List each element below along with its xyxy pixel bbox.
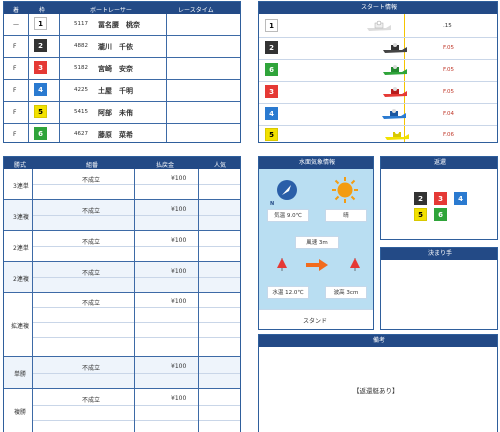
start-timing: .15 [443, 23, 452, 29]
flag-right-icon [350, 258, 360, 271]
waku-1: 1 [34, 17, 47, 30]
water-temperature: 水温 12.0℃ [267, 286, 309, 299]
racer-table: 着 枠 ボートレーサー レースタイム — 1 5117 冨名腰 桃奈 F 2 4… [3, 1, 241, 143]
air-temperature: 気温 9.0℃ [267, 209, 309, 222]
flag-left-icon [277, 258, 287, 271]
boat-icon [367, 20, 391, 31]
header-waku: 枠 [39, 7, 46, 14]
sun-icon [332, 177, 358, 203]
waku-5: 5 [34, 105, 47, 118]
compass-north: N [270, 201, 275, 207]
stand-area: スタンド [259, 309, 373, 329]
waku-2: 2 [34, 39, 47, 52]
start-row: 1 .15 [259, 16, 497, 36]
refund-boat: 6 [434, 208, 447, 221]
boat-icon [383, 43, 407, 53]
wind-arrow-icon [306, 259, 328, 271]
kimarite-panel: 決まり手 [380, 247, 498, 330]
racer-row: F 4 4225 土屋 千明 [4, 80, 240, 101]
header-time: レースタイム [178, 7, 214, 14]
racer-row: F 3 5182 宮崎 安奈 [4, 58, 240, 79]
refund-title: 返還 [381, 157, 497, 169]
racer-row: — 1 5117 冨名腰 桃奈 [4, 14, 240, 35]
refund-panel: 返還 2 3 4 5 6 [380, 156, 498, 240]
refund-boat: 2 [414, 192, 427, 205]
header-type: 勝式 [14, 162, 27, 169]
payout-group: 拡連複 不成立 ¥100 [11, 298, 187, 330]
header-chaku: 着 [13, 7, 20, 14]
racer-row: F 6 4627 藤原 菜希 [4, 124, 240, 142]
waku-6: 6 [34, 127, 47, 140]
payout-table: 勝式 組番 払戻金 人気 3連単 不成立 ¥100 3連複 不成立 ¥100 2… [3, 156, 241, 432]
start-row: 2 F.05 [259, 38, 497, 58]
start-info-title: スタート情報 [259, 2, 497, 14]
boat-icon [385, 130, 409, 140]
start-row: 3 F.05 [259, 82, 497, 102]
kimarite-title: 決まり手 [381, 248, 497, 260]
header-pop: 人気 [214, 162, 227, 169]
start-row: 4 F.04 [259, 104, 497, 124]
start-timing: F.06 [443, 132, 455, 138]
boat-icon [383, 87, 407, 97]
start-info-panel: スタート情報 1 .15 2 F.05 6 F.05 3 F.05 4 F.04… [258, 1, 498, 143]
weather-title: 水面気象情報 [259, 157, 373, 169]
waku-3: 3 [34, 61, 47, 74]
weather-condition: 晴 [325, 209, 367, 222]
header-combo: 組番 [86, 162, 99, 169]
header-amount: 払戻金 [156, 162, 175, 169]
payout-group: 複勝 不成立 ¥100 [14, 395, 187, 416]
start-timing: F.05 [443, 67, 455, 73]
wind-direction-icon [277, 180, 297, 200]
wave-height: 波高 3cm [325, 286, 367, 299]
refund-boat: 3 [434, 192, 447, 205]
wind-speed: 風速 3m [295, 236, 339, 249]
start-row: 6 F.05 [259, 60, 497, 80]
boat-icon [383, 65, 407, 75]
start-timing: F.04 [443, 111, 455, 117]
remarks-value: 【返還艇あり】 [353, 387, 399, 395]
racer-row: F 2 4882 瀧川 千依 [4, 36, 240, 57]
remarks-panel: 備考 【返還艇あり】 [258, 334, 498, 432]
remarks-title: 備考 [259, 335, 497, 347]
refund-boat: 5 [414, 208, 427, 221]
stand-label: スタンド [303, 318, 328, 325]
refund-boat: 4 [454, 192, 467, 205]
header-racer: ボートレーサー [90, 7, 132, 14]
start-row: 5 F.06 [259, 126, 497, 142]
boat-icon [382, 109, 406, 119]
start-timing: F.05 [443, 45, 455, 51]
start-timing: F.05 [443, 89, 455, 95]
weather-panel: 水面気象情報 N 気温 9.0℃ 晴 風速 3m 水温 12.0℃ 波高 3cm… [258, 156, 374, 330]
waku-4: 4 [34, 83, 47, 96]
racer-row: F 5 5415 阿部 未侑 [4, 102, 240, 123]
